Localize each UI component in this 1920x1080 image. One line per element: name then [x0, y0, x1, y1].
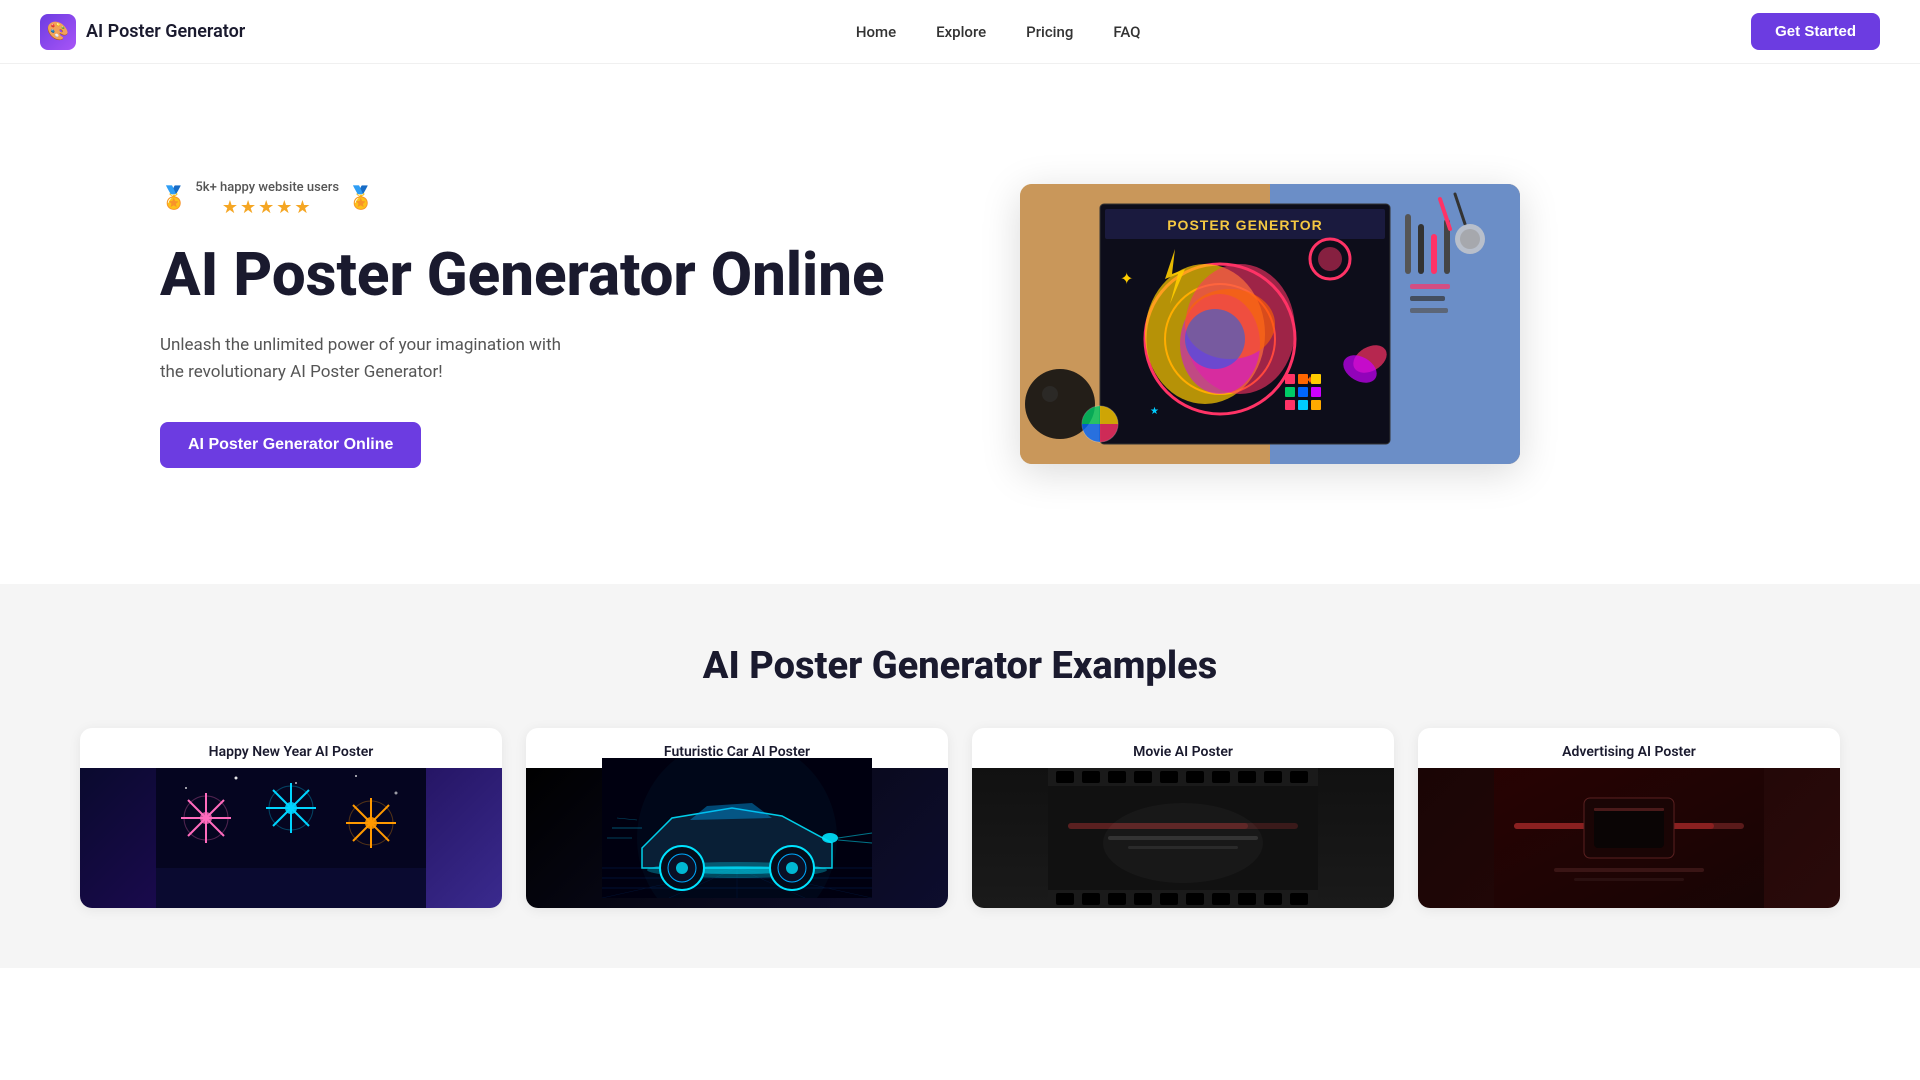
hero-left: 🏅 5k+ happy website users ★★★★★ 🏅 AI Pos… — [160, 180, 940, 468]
star-rating: ★★★★★ — [222, 197, 313, 218]
svg-text:POSTER GENERTOR: POSTER GENERTOR — [1167, 217, 1323, 233]
laurel-left-icon: 🏅 — [160, 186, 187, 211]
logo-text: AI Poster Generator — [86, 21, 245, 42]
example-card-new-year[interactable]: Happy New Year AI Poster — [80, 728, 502, 908]
card-title-movie: Movie AI Poster — [972, 728, 1394, 768]
examples-section: AI Poster Generator Examples Happy New Y… — [0, 584, 1920, 968]
svg-text:★: ★ — [1150, 406, 1159, 417]
user-badge: 🏅 5k+ happy website users ★★★★★ 🏅 — [160, 180, 374, 218]
example-card-car[interactable]: Futuristic Car AI Poster — [526, 728, 948, 908]
examples-title: AI Poster Generator Examples — [80, 644, 1840, 688]
examples-grid: Happy New Year AI Poster — [80, 728, 1840, 908]
logo-link[interactable]: 🎨 AI Poster Generator — [40, 14, 245, 50]
badge-content: 5k+ happy website users ★★★★★ — [195, 180, 339, 218]
hero-section: 🏅 5k+ happy website users ★★★★★ 🏅 AI Pos… — [0, 64, 1920, 584]
example-card-movie[interactable]: Movie AI Poster — [972, 728, 1394, 908]
nav-links: Home Explore Pricing FAQ — [856, 22, 1141, 41]
nav-home[interactable]: Home — [856, 23, 896, 41]
card-image-ad — [1418, 768, 1840, 908]
poster-visual: POSTER GENERTOR ✦ ✦ ★ — [1020, 184, 1520, 464]
hero-svg: POSTER GENERTOR ✦ ✦ ★ — [1020, 184, 1520, 464]
example-card-ad[interactable]: Advertising AI Poster — [1418, 728, 1840, 908]
nav-faq[interactable]: FAQ — [1113, 23, 1140, 41]
hero-title: AI Poster Generator Online — [160, 242, 940, 308]
card-title-new-year: Happy New Year AI Poster — [80, 728, 502, 768]
hero-cta-button[interactable]: AI Poster Generator Online — [160, 422, 421, 468]
hero-right: POSTER GENERTOR ✦ ✦ ★ — [1020, 184, 1800, 464]
nav-pricing[interactable]: Pricing — [1026, 23, 1073, 41]
hero-subtitle: Unleash the unlimited power of your imag… — [160, 332, 580, 386]
nav-explore[interactable]: Explore — [936, 23, 986, 41]
card-image-new-year — [80, 768, 502, 908]
laurel-right-icon: 🏅 — [347, 186, 374, 211]
svg-text:✦: ✦ — [1120, 269, 1133, 288]
card-title-ad: Advertising AI Poster — [1418, 728, 1840, 768]
card-image-car — [526, 768, 948, 908]
navbar: 🎨 AI Poster Generator Home Explore Prici… — [0, 0, 1920, 64]
get-started-button[interactable]: Get Started — [1751, 13, 1880, 50]
card-image-movie — [972, 768, 1394, 908]
logo-icon: 🎨 — [40, 14, 76, 50]
hero-image: POSTER GENERTOR ✦ ✦ ★ — [1020, 184, 1520, 464]
badge-text: 5k+ happy website users — [195, 180, 339, 195]
